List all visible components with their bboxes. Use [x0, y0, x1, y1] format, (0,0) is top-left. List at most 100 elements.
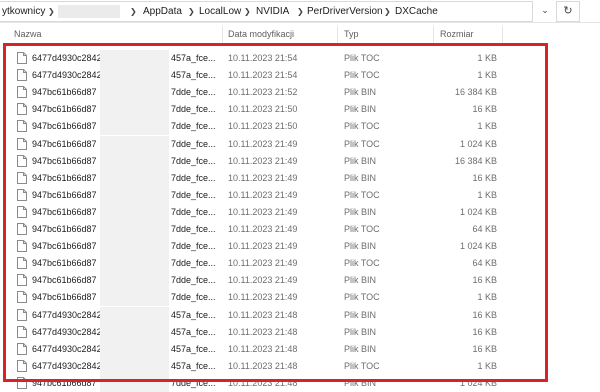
file-name-end: 7dde_fce... [171, 155, 216, 166]
file-name-start: 947bc61b66d87 [32, 377, 97, 388]
file-type: Plik BIN [344, 309, 377, 320]
file-icon [17, 86, 27, 99]
chevron-right-icon[interactable]: ❯ [188, 5, 195, 19]
file-date: 10.11.2023 21:48 [228, 360, 298, 371]
file-name-start: 6477d4930c2842 [32, 309, 102, 320]
file-size: 1 024 KB [459, 241, 497, 252]
address-history-dropdown[interactable]: ⌄ [536, 2, 554, 19]
file-date: 10.11.2023 21:48 [228, 309, 298, 320]
redacted-name-part [100, 84, 169, 102]
file-row[interactable]: 6477d4930c2842 457a_fce... 10.11.2023 21:4… [0, 306, 600, 324]
file-size: 64 KB [472, 224, 497, 234]
redacted-name-part [100, 203, 169, 221]
file-type: Plik TOC [344, 53, 380, 63]
file-date: 10.11.2023 21:49 [228, 292, 298, 303]
redacted-name-part [100, 238, 169, 256]
file-icon [17, 291, 27, 304]
breadcrumb-dxcache[interactable]: DXCache [395, 5, 438, 19]
file-row[interactable]: 947bc61b66d87 7dde_fce... 10.11.2023 21:49… [0, 186, 600, 204]
file-row[interactable]: 947bc61b66d87 7dde_fce... 10.11.2023 21:49… [0, 255, 600, 273]
file-row[interactable]: 947bc61b66d87 7dde_fce... 10.11.2023 21:52… [0, 84, 600, 102]
file-name-end: 7dde_fce... [171, 377, 216, 388]
file-size: 16 KB [472, 326, 497, 337]
file-row[interactable]: 6477d4930c2842 457a_fce... 10.11.2023 21:5… [0, 50, 600, 67]
breadcrumb-locallow[interactable]: LocalLow [199, 5, 241, 19]
file-type: Plik TOC [344, 70, 380, 81]
file-row[interactable]: 947bc61b66d87 7dde_fce... 10.11.2023 21:49… [0, 238, 600, 256]
file-icon [17, 103, 27, 116]
column-divider[interactable] [222, 26, 223, 44]
file-name-start: 947bc61b66d87 [32, 224, 97, 234]
file-date: 10.11.2023 21:49 [228, 155, 298, 166]
file-row[interactable]: 947bc61b66d87 7dde_fce... 10.11.2023 21:48… [0, 374, 600, 392]
breadcrumb-perdriverversion[interactable]: PerDriverVersion [307, 5, 383, 19]
redacted-name-part [100, 357, 169, 375]
chevron-right-icon[interactable]: ❯ [384, 5, 391, 19]
file-size: 1 KB [477, 53, 497, 63]
column-divider[interactable] [337, 26, 338, 44]
file-row[interactable]: 947bc61b66d87 7dde_fce... 10.11.2023 21:49… [0, 272, 600, 290]
file-row[interactable]: 947bc61b66d87 7dde_fce... 10.11.2023 21:50… [0, 118, 600, 136]
redacted-name-part [100, 374, 169, 392]
breadcrumb-nvidia[interactable]: NVIDIA [256, 5, 289, 19]
redacted-name-part [100, 152, 169, 170]
file-type: Plik TOC [344, 189, 380, 200]
column-header-size[interactable]: Rozmiar [440, 29, 474, 39]
redacted-name-part [100, 186, 169, 204]
file-size: 16 KB [472, 343, 497, 354]
redacted-name-part [100, 169, 169, 187]
file-size: 1 024 KB [459, 206, 497, 217]
file-size: 16 384 KB [454, 155, 497, 166]
file-icon [17, 376, 27, 389]
file-type: Plik BIN [344, 206, 377, 217]
column-divider[interactable] [433, 26, 434, 44]
file-size: 1 024 KB [459, 377, 497, 388]
file-row[interactable]: 6477d4930c2842 457a_fce... 10.11.2023 21:4… [0, 323, 600, 341]
redacted-name-part [100, 255, 169, 273]
chevron-right-icon[interactable]: ❯ [297, 5, 304, 19]
chevron-down-icon: ⌄ [541, 5, 549, 15]
file-name-end: 457a_fce... [171, 343, 216, 354]
chevron-right-icon[interactable]: ❯ [244, 5, 251, 19]
file-row[interactable]: 947bc61b66d87 7dde_fce... 10.11.2023 21:49… [0, 169, 600, 187]
file-row[interactable]: 947bc61b66d87 7dde_fce... 10.11.2023 21:49… [0, 135, 600, 153]
file-name-end: 7dde_fce... [171, 87, 216, 98]
file-date: 10.11.2023 21:48 [228, 326, 298, 337]
file-row[interactable]: 947bc61b66d87 7dde_fce... 10.11.2023 21:49… [0, 152, 600, 170]
file-row[interactable]: 947bc61b66d87 7dde_fce... 10.11.2023 21:49… [0, 203, 600, 221]
column-divider[interactable] [502, 26, 503, 44]
file-row[interactable]: 6477d4930c2842 457a_fce... 10.11.2023 21:5… [0, 67, 600, 85]
file-row[interactable]: 947bc61b66d87 7dde_fce... 10.11.2023 21:49… [0, 289, 600, 307]
refresh-icon: ↻ [563, 5, 573, 17]
file-size: 1 KB [477, 189, 497, 200]
file-type: Plik TOC [344, 121, 380, 132]
file-type: Plik BIN [344, 241, 377, 252]
file-date: 10.11.2023 21:50 [228, 121, 298, 132]
chevron-right-icon[interactable]: ❯ [48, 5, 55, 19]
column-header-date[interactable]: Data modyfikacji [228, 29, 294, 39]
file-size: 1 KB [477, 360, 497, 371]
refresh-button[interactable]: ↻ [556, 1, 580, 22]
breadcrumb-appdata[interactable]: AppData [143, 5, 182, 19]
file-name-start: 947bc61b66d87 [32, 138, 97, 149]
file-size: 64 KB [472, 258, 497, 269]
file-name-end: 7dde_fce... [171, 138, 216, 149]
column-header-name[interactable]: Nazwa [14, 29, 42, 39]
file-name-end: 457a_fce... [171, 53, 216, 63]
file-date: 10.11.2023 21:49 [228, 189, 298, 200]
column-header-type[interactable]: Typ [344, 29, 359, 39]
file-type: Plik TOC [344, 258, 380, 269]
file-date: 10.11.2023 21:48 [228, 343, 298, 354]
file-row[interactable]: 947bc61b66d87 7dde_fce... 10.11.2023 21:50… [0, 101, 600, 119]
breadcrumb-users[interactable]: ytkownicy [2, 5, 45, 19]
chevron-right-icon[interactable]: ❯ [130, 5, 137, 19]
redacted-name-part [100, 135, 169, 153]
file-row[interactable]: 947bc61b66d87 7dde_fce... 10.11.2023 21:49… [0, 221, 600, 238]
file-row[interactable]: 6477d4930c2842 457a_fce... 10.11.2023 21:4… [0, 357, 600, 375]
file-row[interactable]: 6477d4930c2842 457a_fce... 10.11.2023 21:4… [0, 340, 600, 358]
redacted-breadcrumb [58, 5, 120, 18]
file-type: Plik BIN [344, 326, 377, 337]
redacted-name-part [100, 272, 169, 290]
file-icon [17, 120, 27, 133]
address-field[interactable]: ytkownicy ❯ ❯ AppData ❯ LocalLow ❯ NVIDI… [0, 1, 533, 22]
